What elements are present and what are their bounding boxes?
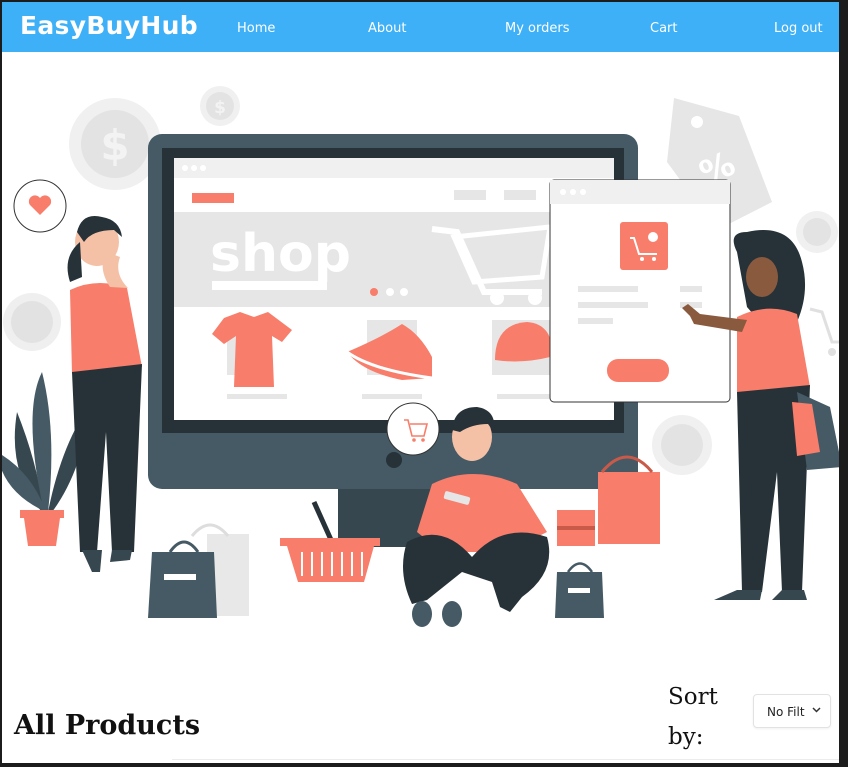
- sort-by-label: Sort by:: [668, 684, 718, 750]
- coin-icon: $: [69, 98, 161, 190]
- nav-home-link[interactable]: Home: [237, 21, 275, 36]
- nav-my-orders-link[interactable]: My orders: [505, 21, 569, 36]
- hero-illustration: $ $ % shop: [2, 52, 839, 664]
- cart-icon: [809, 307, 839, 356]
- checkout-window-illustration: [549, 179, 731, 403]
- divider: [172, 759, 839, 760]
- surprised-woman-illustration: [67, 216, 142, 572]
- coin-icon: [796, 211, 838, 253]
- navbar: EasyBuyHub Home About My orders Cart Log…: [2, 2, 839, 52]
- chevron-down-icon: [812, 707, 821, 713]
- sort-filter-select[interactable]: No Filt: [753, 694, 831, 728]
- browser-viewport: EasyBuyHub Home About My orders Cart Log…: [2, 2, 839, 763]
- all-products-heading: All Products: [14, 710, 201, 741]
- brand-logo[interactable]: EasyBuyHub: [20, 11, 198, 40]
- heart-bubble-icon: [13, 179, 67, 233]
- svg-text:$: $: [100, 121, 129, 170]
- svg-text:$: $: [214, 98, 226, 118]
- shop-banner-text: shop: [210, 224, 351, 284]
- nav-cart-link[interactable]: Cart: [650, 21, 678, 36]
- nav-logout-link[interactable]: Log out: [774, 21, 823, 36]
- sort-filter-value: No Filt: [767, 705, 805, 719]
- coin-icon: [652, 415, 712, 475]
- nav-about-link[interactable]: About: [368, 21, 406, 36]
- coin-icon: [3, 293, 61, 351]
- coin-icon: $: [200, 86, 240, 126]
